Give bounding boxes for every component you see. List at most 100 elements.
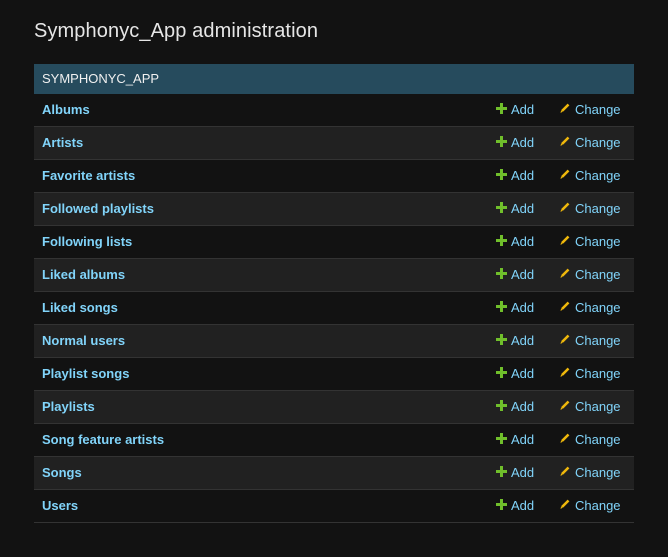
change-button[interactable]: Change [559,358,621,391]
model-list: Albums Add Change Artists Add Change Favorite … [34,94,634,523]
pencil-icon [559,325,571,357]
model-row: Playlist songs Add Change [34,358,634,391]
add-label: Add [511,498,535,513]
add-label: Add [511,432,535,447]
model-row: Liked albums Add Change [34,259,634,292]
change-button[interactable]: Change [559,325,621,358]
add-button[interactable]: Add [496,160,534,193]
plus-icon [496,490,507,522]
model-link[interactable]: Favorite artists [42,160,135,192]
add-label: Add [511,234,535,249]
add-label: Add [511,333,535,348]
add-button[interactable]: Add [496,292,534,325]
model-link[interactable]: Following lists [42,226,132,258]
change-label: Change [575,399,621,414]
model-link[interactable]: Liked songs [42,292,118,324]
pencil-icon [559,160,571,192]
model-row: Liked songs Add Change [34,292,634,325]
add-button[interactable]: Add [496,490,534,523]
pencil-icon [559,193,571,225]
plus-icon [496,358,507,390]
module-caption[interactable]: SYMPHONYC_APP [34,64,634,94]
pencil-icon [559,259,571,291]
add-label: Add [511,168,535,183]
change-label: Change [575,168,621,183]
plus-icon [496,193,507,225]
change-button[interactable]: Change [559,259,621,292]
add-label: Add [511,399,535,414]
add-label: Add [511,300,535,315]
add-label: Add [511,267,535,282]
model-link[interactable]: Songs [42,457,82,489]
add-button[interactable]: Add [496,358,534,391]
pencil-icon [559,292,571,324]
model-row: Users Add Change [34,490,634,523]
change-label: Change [575,267,621,282]
add-button[interactable]: Add [496,457,534,490]
add-button[interactable]: Add [496,259,534,292]
add-label: Add [511,102,535,117]
add-button[interactable]: Add [496,424,534,457]
plus-icon [496,391,507,423]
model-row: Normal users Add Change [34,325,634,358]
plus-icon [496,325,507,357]
model-link[interactable]: Artists [42,127,83,159]
plus-icon [496,259,507,291]
add-label: Add [511,201,535,216]
change-button[interactable]: Change [559,424,621,457]
change-button[interactable]: Change [559,292,621,325]
add-button[interactable]: Add [496,325,534,358]
add-button[interactable]: Add [496,391,534,424]
change-button[interactable]: Change [559,457,621,490]
model-link[interactable]: Song feature artists [42,424,164,456]
model-row: Songs Add Change [34,457,634,490]
pencil-icon [559,457,571,489]
model-row: Favorite artists Add Change [34,160,634,193]
pencil-icon [559,358,571,390]
model-row: Artists Add Change [34,127,634,160]
change-label: Change [575,366,621,381]
pencil-icon [559,127,571,159]
change-label: Change [575,300,621,315]
model-link[interactable]: Normal users [42,325,125,357]
plus-icon [496,160,507,192]
plus-icon [496,127,507,159]
add-button[interactable]: Add [496,94,534,127]
plus-icon [496,226,507,258]
admin-page: Symphonyc_App administration SYMPHONYC_A… [0,0,668,557]
plus-icon [496,424,507,456]
add-button[interactable]: Add [496,193,534,226]
change-label: Change [575,498,621,513]
add-label: Add [511,465,535,480]
model-row: Playlists Add Change [34,391,634,424]
model-link[interactable]: Albums [42,94,90,126]
change-label: Change [575,333,621,348]
pencil-icon [559,94,571,126]
model-link[interactable]: Followed playlists [42,193,154,225]
change-button[interactable]: Change [559,160,621,193]
model-row: Albums Add Change [34,94,634,127]
add-button[interactable]: Add [496,226,534,259]
model-link[interactable]: Liked albums [42,259,125,291]
change-button[interactable]: Change [559,490,621,523]
change-button[interactable]: Change [559,391,621,424]
model-link[interactable]: Playlists [42,391,95,423]
change-label: Change [575,201,621,216]
change-button[interactable]: Change [559,226,621,259]
add-button[interactable]: Add [496,127,534,160]
model-row: Song feature artists Add Change [34,424,634,457]
change-button[interactable]: Change [559,193,621,226]
change-button[interactable]: Change [559,94,621,127]
model-link[interactable]: Users [42,490,78,522]
change-label: Change [575,465,621,480]
change-label: Change [575,432,621,447]
model-link[interactable]: Playlist songs [42,358,129,390]
app-module: SYMPHONYC_APP Albums Add Change Artists Add C… [34,64,634,523]
pencil-icon [559,391,571,423]
add-label: Add [511,135,535,150]
change-label: Change [575,234,621,249]
plus-icon [496,457,507,489]
pencil-icon [559,424,571,456]
change-button[interactable]: Change [559,127,621,160]
change-label: Change [575,135,621,150]
